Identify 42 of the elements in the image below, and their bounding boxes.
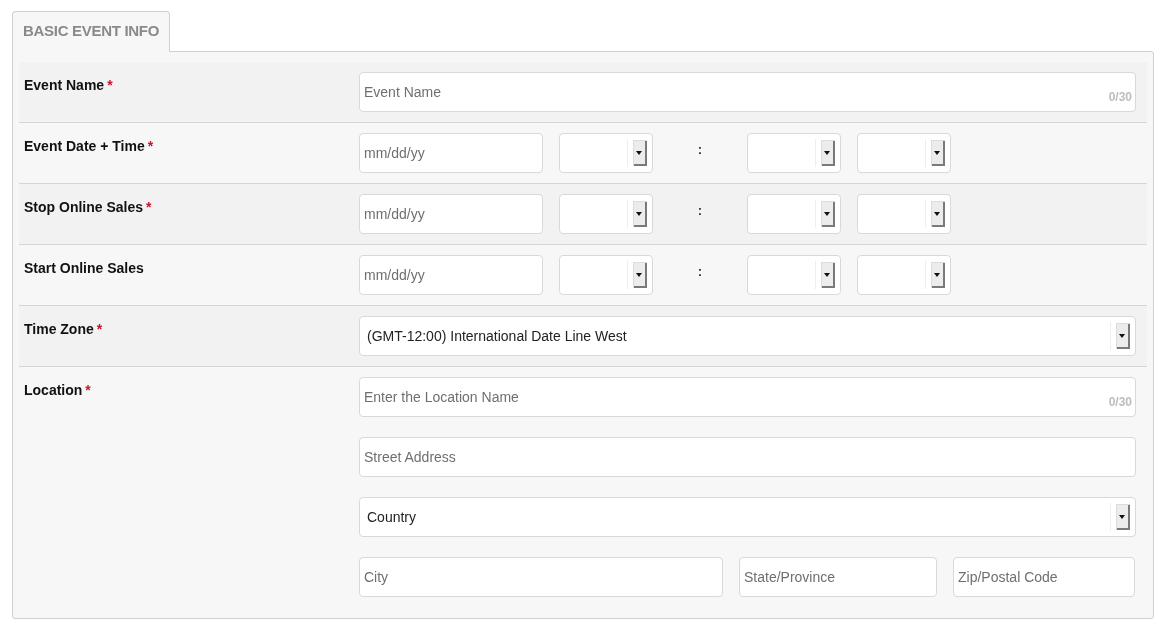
field-label: Time Zone * — [24, 320, 104, 339]
dropdown-arrow-icon — [633, 140, 647, 166]
dropdown-select[interactable] — [559, 255, 653, 295]
dropdown-select[interactable]: (GMT-12:00) International Date Line West — [359, 316, 1136, 356]
dropdown-arrow-icon — [1116, 323, 1130, 349]
dropdown-arrow-icon — [821, 262, 835, 288]
text-input-field[interactable]: Zip/Postal Code — [953, 557, 1135, 597]
dropdown-select[interactable] — [747, 194, 841, 234]
select-value: (GMT-12:00) International Date Line West — [367, 327, 627, 346]
dropdown-select[interactable] — [857, 133, 951, 173]
text-input-field[interactable]: mm/dd/yy — [359, 133, 543, 173]
time-separator: : — [696, 263, 704, 281]
text-input-field[interactable]: mm/dd/yy — [359, 255, 543, 295]
select-value: Country — [367, 508, 417, 527]
time-separator: : — [696, 141, 704, 159]
dropdown-select[interactable] — [559, 194, 653, 234]
field-label: Location * — [24, 381, 92, 400]
dropdown-select[interactable] — [857, 194, 951, 234]
dropdown-select[interactable] — [857, 255, 951, 295]
dropdown-arrow-icon — [931, 262, 945, 288]
field-label: Event Name * — [24, 76, 114, 95]
field-label: Start Online Sales — [24, 259, 145, 278]
character-counter: 0/30 — [1108, 89, 1132, 106]
dropdown-arrow-icon — [633, 201, 647, 227]
dropdown-arrow-icon — [1116, 504, 1130, 530]
dropdown-select[interactable] — [559, 133, 653, 173]
dropdown-arrow-icon — [931, 201, 945, 227]
field-label: Stop Online Sales * — [24, 198, 153, 217]
text-input-field[interactable]: mm/dd/yy — [359, 194, 543, 234]
dropdown-arrow-icon — [821, 140, 835, 166]
dropdown-arrow-icon — [633, 262, 647, 288]
dropdown-select[interactable] — [747, 133, 841, 173]
dropdown-select[interactable]: Country — [359, 497, 1136, 537]
text-input-field[interactable]: State/Province — [739, 557, 937, 597]
text-input-field[interactable]: Street Address — [359, 437, 1136, 477]
dropdown-arrow-icon — [931, 140, 945, 166]
character-counter: 0/30 — [1108, 394, 1132, 411]
time-separator: : — [696, 202, 704, 220]
field-label: Event Date + Time * — [24, 137, 155, 156]
dropdown-arrow-icon — [821, 201, 835, 227]
dropdown-select[interactable] — [747, 255, 841, 295]
text-input-field[interactable]: City — [359, 557, 723, 597]
